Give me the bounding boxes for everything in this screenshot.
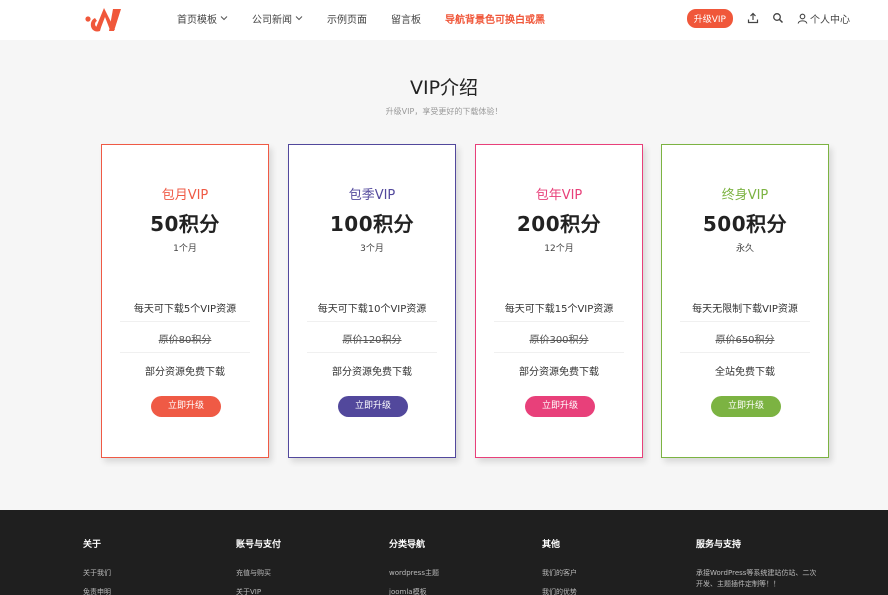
card-period: 1个月	[173, 244, 197, 254]
card-price: 500积分	[702, 212, 788, 236]
user-center-link[interactable]: 个人中心	[797, 11, 850, 26]
nav-item-guestbook[interactable]: 留言板	[391, 11, 421, 26]
card-feature: 部分资源免费下载	[145, 367, 225, 378]
divider	[494, 352, 624, 353]
footer-link[interactable]: 关于我们	[83, 568, 111, 578]
footer-link[interactable]: joomla模板	[389, 587, 439, 595]
chevron-down-icon	[220, 16, 228, 21]
card-name: 包年VIP	[535, 188, 583, 203]
footer-heading: 关于	[83, 540, 102, 550]
divider	[120, 321, 250, 322]
user-icon	[797, 13, 808, 24]
card-original-price: 原价80积分	[158, 335, 212, 346]
nav-item-sample-page[interactable]: 示例页面	[327, 11, 367, 26]
footer-link[interactable]: wordpress主题	[389, 568, 439, 578]
card-name: 包月VIP	[161, 188, 209, 203]
chevron-down-icon	[295, 16, 303, 21]
site-footer: 关于 关于我们 免责申明 账号与支付 充值与购买 关于VIP 分类导航 word…	[0, 510, 888, 595]
search-icon[interactable]	[772, 12, 784, 24]
footer-link[interactable]: 免责申明	[83, 587, 111, 595]
footer-col-service: 服务与支持 承接WordPress等系统建站仿站、二次开发、主题插件定制等！！	[696, 537, 821, 590]
footer-col-other: 其他 我们的客户 我们的优势	[542, 537, 577, 595]
card-period: 12个月	[544, 244, 574, 254]
vip-card-quarterly: 包季VIP 100积分 3个月 每天可下载10个VIP资源 原价120积分 部分…	[288, 144, 456, 458]
site-logo[interactable]	[84, 4, 126, 36]
card-feature: 部分资源免费下载	[332, 367, 412, 378]
divider	[307, 352, 437, 353]
card-price: 50积分	[150, 212, 220, 236]
footer-heading: 分类导航	[389, 540, 426, 550]
main-nav: 首页模板 公司新闻 示例页面 留言板 导航背景色可换白或黑	[177, 0, 569, 36]
top-header: 首页模板 公司新闻 示例页面 留言板 导航背景色可换白或黑 升级VIP 个人中心	[0, 0, 888, 40]
footer-col-categories: 分类导航 wordpress主题 joomla模板	[389, 537, 439, 595]
divider	[494, 321, 624, 322]
upgrade-now-button[interactable]: 立即升级	[338, 396, 408, 417]
divider	[120, 352, 250, 353]
upgrade-now-button[interactable]: 立即升级	[711, 396, 781, 417]
nav-item-company-news[interactable]: 公司新闻	[252, 11, 303, 26]
divider	[680, 352, 810, 353]
vip-card-monthly: 包月VIP 50积分 1个月 每天可下载5个VIP资源 原价80积分 部分资源免…	[101, 144, 269, 458]
footer-service-description: 承接WordPress等系统建站仿站、二次开发、主题插件定制等！！	[696, 569, 817, 588]
card-period: 3个月	[360, 244, 384, 254]
header-actions: 升级VIP 个人中心	[686, 0, 850, 36]
nav-item-nav-bg-color[interactable]: 导航背景色可换白或黑	[445, 11, 545, 26]
vip-card-lifetime: 终身VIP 500积分 永久 每天无限制下载VIP资源 原价650积分 全站免费…	[661, 144, 829, 458]
nav-item-home-templates[interactable]: 首页模板	[177, 11, 228, 26]
card-name: 终身VIP	[721, 188, 769, 203]
page-subtitle: 升级VIP，享受更好的下载体验！	[385, 107, 503, 116]
footer-link[interactable]: 我们的客户	[542, 568, 577, 578]
card-original-price: 原价650积分	[715, 335, 775, 346]
card-price: 200积分	[516, 212, 602, 236]
footer-link[interactable]: 充值与购买	[236, 568, 281, 578]
card-original-price: 原价300积分	[529, 335, 589, 346]
card-price: 100积分	[329, 212, 415, 236]
footer-col-about: 关于 关于我们 免责申明	[83, 537, 111, 595]
card-feature: 全站免费下载	[715, 367, 775, 378]
footer-link[interactable]: 我们的优势	[542, 587, 577, 595]
card-feature: 每天无限制下载VIP资源	[692, 304, 798, 315]
card-period: 永久	[735, 244, 754, 254]
footer-link[interactable]: 关于VIP	[236, 587, 281, 595]
page-title: VIP介绍	[409, 77, 479, 99]
card-feature: 每天可下载5个VIP资源	[133, 304, 237, 315]
footer-heading: 服务与支持	[696, 540, 742, 550]
footer-col-account: 账号与支付 充值与购买 关于VIP	[236, 537, 281, 595]
card-original-price: 原价120积分	[342, 335, 402, 346]
vip-card-yearly: 包年VIP 200积分 12个月 每天可下载15个VIP资源 原价300积分 部…	[475, 144, 643, 458]
card-feature: 部分资源免费下载	[519, 367, 599, 378]
upgrade-now-button[interactable]: 立即升级	[525, 396, 595, 417]
upgrade-now-button[interactable]: 立即升级	[151, 396, 221, 417]
divider	[680, 321, 810, 322]
card-feature: 每天可下载15个VIP资源	[504, 304, 614, 315]
footer-heading: 账号与支付	[236, 540, 282, 550]
divider	[307, 321, 437, 322]
footer-heading: 其他	[542, 540, 561, 550]
card-feature: 每天可下载10个VIP资源	[317, 304, 427, 315]
card-name: 包季VIP	[348, 188, 396, 203]
upgrade-vip-button[interactable]: 升级VIP	[686, 8, 733, 28]
upload-icon[interactable]	[747, 12, 759, 24]
